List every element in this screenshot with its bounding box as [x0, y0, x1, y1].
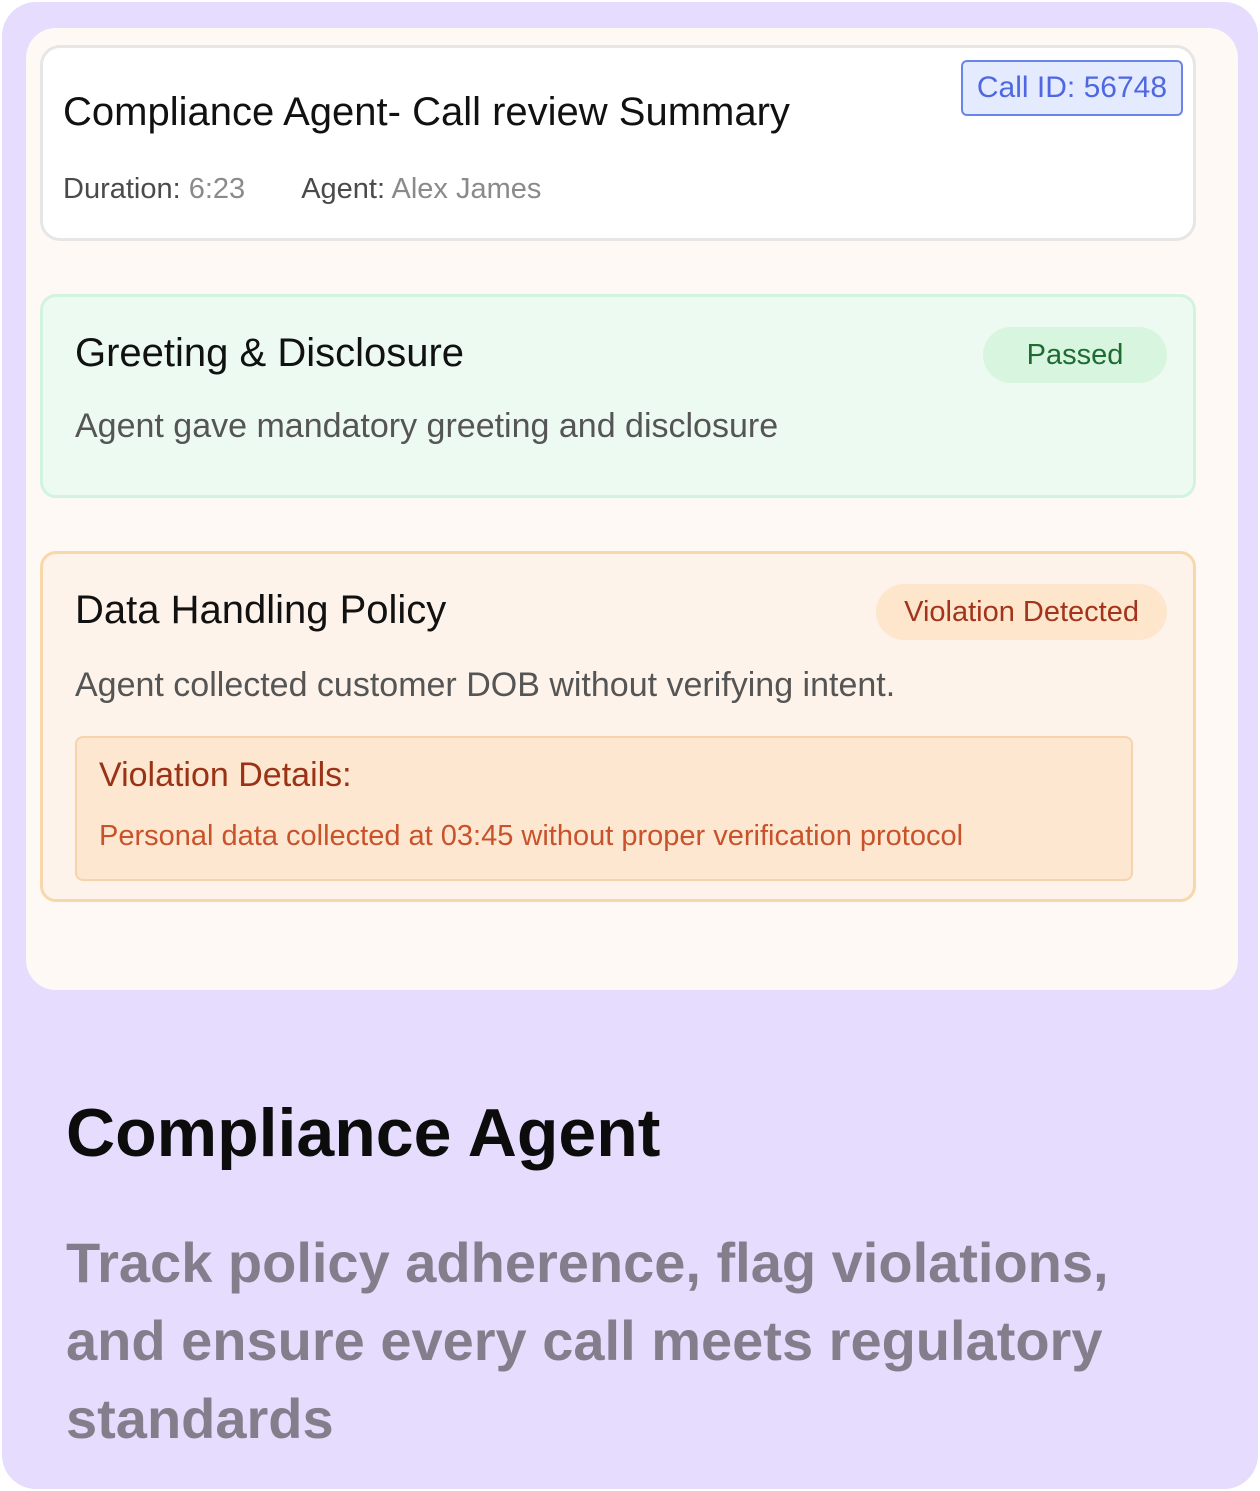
feature-title: Compliance Agent [66, 1095, 661, 1171]
policy-description: Agent gave mandatory greeting and disclo… [75, 407, 779, 445]
duration-label: Duration: [63, 173, 181, 205]
policy-title: Data Handling Policy [75, 588, 447, 632]
violation-details-text: Personal data collected at 03:45 without… [99, 820, 964, 852]
violation-details-title: Violation Details: [99, 756, 352, 794]
policy-check-greeting[interactable]: Greeting & Disclosure Passed Agent gave … [40, 294, 1196, 498]
status-badge-violation: Violation Detected [876, 584, 1167, 640]
agent-meta: Agent: Alex James [301, 173, 541, 206]
summary-title: Compliance Agent- Call review Summary [63, 90, 790, 134]
violation-details-box: Violation Details: Personal data collect… [75, 736, 1133, 881]
agent-label: Agent: [301, 173, 386, 205]
call-summary-card: Compliance Agent- Call review Summary Ca… [40, 45, 1196, 241]
feature-description: Track policy adherence, flag violations,… [66, 1231, 1109, 1450]
status-badge-passed: Passed [983, 327, 1167, 383]
duration-meta: Duration: 6:23 [63, 173, 245, 206]
policy-check-data-handling[interactable]: Data Handling Policy Violation Detected … [40, 551, 1196, 902]
call-id-badge[interactable]: Call ID: 56748 [960, 60, 1183, 116]
call-meta: Duration: 6:23 Agent: Alex James [63, 173, 541, 206]
policy-title: Greeting & Disclosure [75, 331, 465, 375]
duration-value: 6:23 [188, 173, 246, 205]
policy-description: Agent collected customer DOB without ver… [75, 666, 896, 704]
agent-value: Alex James [391, 173, 542, 205]
